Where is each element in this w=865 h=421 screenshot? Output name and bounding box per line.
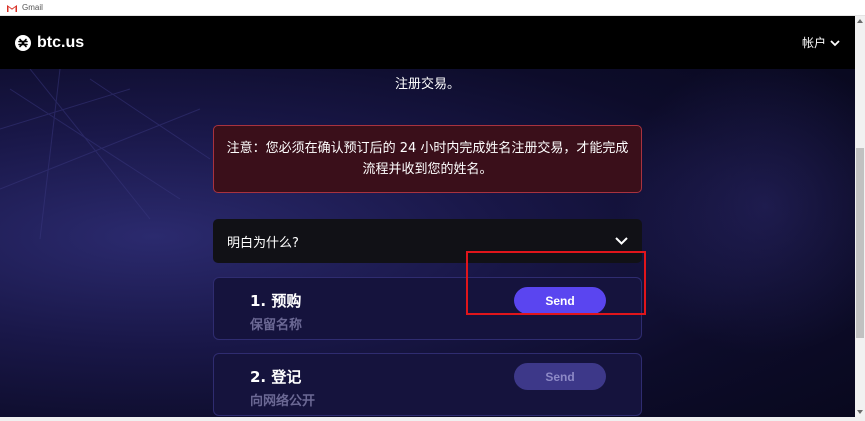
tab-title[interactable]: Gmail	[22, 3, 43, 12]
chevron-down-icon	[615, 234, 628, 249]
window-bottom-edge	[0, 417, 865, 421]
account-label: 帐户	[801, 36, 826, 50]
gmail-icon	[7, 4, 17, 12]
chevron-down-icon	[830, 36, 840, 50]
browser-tab-bar: Gmail	[0, 0, 865, 16]
scrollbar[interactable]	[855, 16, 865, 417]
btc-logo-icon	[15, 34, 31, 51]
step-subtitle: 向网络公开	[250, 394, 316, 409]
brand-name: btc.us	[37, 33, 85, 51]
step-register: 2. 登记 向网络公开 Send	[213, 353, 642, 416]
scroll-thumb[interactable]	[856, 148, 864, 338]
send-button-disabled: Send	[514, 363, 606, 390]
step-title: 1. 预购	[250, 292, 302, 310]
notice-line-2: 流程并收到您的姓名。	[362, 162, 493, 177]
background-glow	[615, 56, 855, 356]
intro-text: 注册交易。	[394, 77, 460, 92]
step-title: 2. 登记	[250, 368, 302, 386]
background-decoration	[0, 69, 211, 240]
page-viewport: btc.us 帐户 注册交易。 注意：您必须在确认预订后的 24 小时内完成姓名…	[0, 16, 855, 417]
notice-line-1: 注意：您必须在确认预订后的 24 小时内完成姓名注册交易，才能完成	[226, 141, 629, 156]
highlight-box	[466, 251, 646, 315]
account-menu[interactable]: 帐户	[802, 34, 840, 51]
scroll-up-arrow-icon[interactable]	[855, 16, 865, 26]
why-label: 明白为什么?	[227, 235, 299, 251]
step-subtitle: 保留名称	[250, 318, 303, 333]
scroll-down-arrow-icon[interactable]	[855, 407, 865, 417]
site-header: btc.us 帐户	[0, 16, 855, 69]
brand-logo[interactable]: btc.us	[15, 34, 84, 52]
notice-banner: 注意：您必须在确认预订后的 24 小时内完成姓名注册交易，才能完成 流程并收到您…	[213, 125, 642, 193]
